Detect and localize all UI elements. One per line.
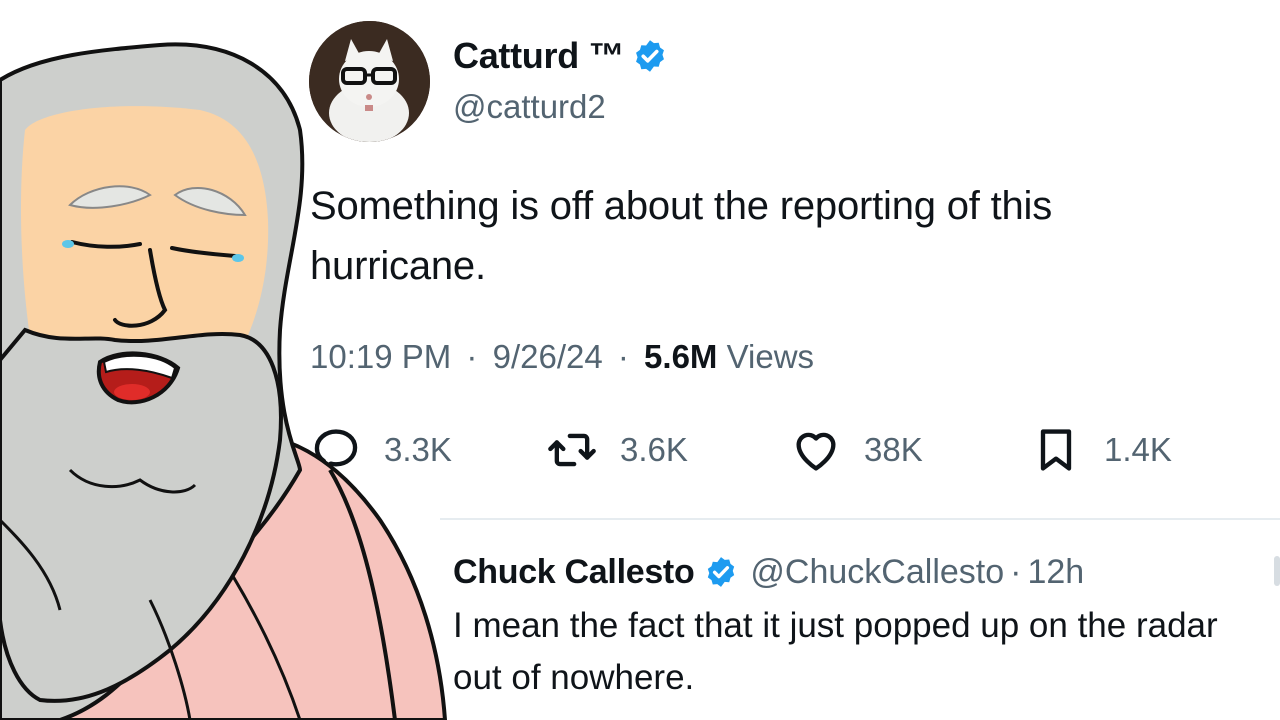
retweet-icon <box>548 433 596 467</box>
views-label: Views <box>726 338 815 375</box>
author-name[interactable]: Catturd ™ <box>453 34 625 78</box>
reply-timestamp[interactable]: 12h <box>1027 550 1084 594</box>
meta-separator: · <box>617 338 629 375</box>
bookmark-count: 1.4K <box>1104 431 1172 468</box>
tweet-divider <box>440 518 1280 520</box>
reply-separator: · <box>1010 553 1022 591</box>
cartoon-bearded-man-image <box>0 42 448 720</box>
reply-header: Chuck Callesto @ChuckCallesto · 12h <box>453 550 1084 594</box>
bookmark-button[interactable]: 1.4K <box>1030 420 1172 480</box>
views-count: 5.6M <box>644 338 718 375</box>
retweet-button[interactable]: 3.6K <box>546 420 688 480</box>
like-button[interactable]: 38K <box>790 420 923 480</box>
retweet-count: 3.6K <box>620 431 688 468</box>
author-handle[interactable]: @catturd2 <box>453 86 606 128</box>
reply-author-handle[interactable]: @ChuckCallesto <box>750 550 1004 594</box>
bookmark-icon <box>1040 429 1072 471</box>
reply-text: I mean the fact that it just popped up o… <box>453 606 1218 697</box>
author-name-row: Catturd ™ <box>453 34 668 78</box>
heart-icon <box>796 432 836 471</box>
verified-badge-icon <box>708 557 735 587</box>
like-count: 38K <box>864 431 923 468</box>
share-button[interactable] <box>1266 420 1280 480</box>
verified-badge-icon <box>636 40 665 72</box>
reply-author-name[interactable]: Chuck Callesto <box>453 550 695 594</box>
tweet-date[interactable]: 9/26/24 <box>493 338 603 375</box>
screenshot-stage: Catturd ™ @catturd2 Something is off abo… <box>0 0 1280 720</box>
edge-mark <box>1274 556 1280 586</box>
meta-separator: · <box>466 338 478 375</box>
